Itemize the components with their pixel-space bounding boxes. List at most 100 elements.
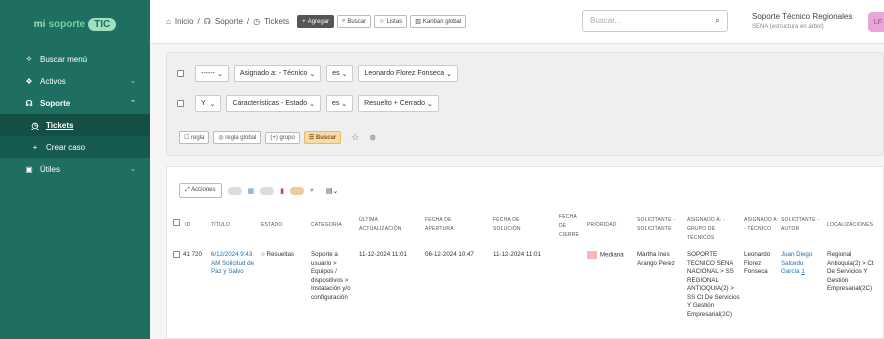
- add-label: Agregar: [307, 18, 330, 25]
- search-icon: ⌕: [342, 18, 346, 24]
- sidebar-item-crear-caso[interactable]: + Crear caso: [0, 136, 150, 158]
- criteria-checkbox[interactable]: [177, 100, 184, 107]
- select-value: es: [332, 70, 340, 77]
- sidebar-item-label: Crear caso: [46, 142, 86, 152]
- value-select[interactable]: Resuelto + Cerrado ⌄: [358, 95, 439, 112]
- entity-selector[interactable]: Soporte Técnico Regionales SENA (estructu…: [752, 12, 852, 32]
- logo[interactable]: mi soporte TIC: [0, 0, 150, 48]
- cell-category: Soporte a usuario > Equipos / dispositiv…: [311, 251, 351, 301]
- sidebar-submenu: ◷ Tickets + Crear caso: [0, 114, 150, 158]
- sidebar-item-search-menu[interactable]: ⟡ Buscar menú: [0, 48, 150, 70]
- link-select[interactable]: Y ⌄: [195, 95, 222, 112]
- author-count: 1: [801, 268, 805, 275]
- breadcrumb-tickets[interactable]: Tickets: [264, 17, 289, 26]
- cell-title-link[interactable]: 6/12/2024 9:43 AM Solicitud de Paz y Sal…: [211, 251, 257, 277]
- search-icon[interactable]: ⌕: [715, 15, 720, 26]
- sidebar-item-label: Útiles: [40, 164, 61, 174]
- sidebar-item-tickets[interactable]: ◷ Tickets: [0, 114, 150, 136]
- table-icon[interactable]: ▦: [248, 187, 255, 195]
- kanban-button[interactable]: ▥ Kanban global: [410, 15, 467, 28]
- cell-opened: 06-12-2024 10:47: [425, 251, 474, 258]
- sidebar-item-label: Activos: [40, 76, 66, 86]
- col-requester[interactable]: SOLICITANTE - SOLICITANTE: [637, 216, 685, 234]
- priority-text: Mediana: [600, 251, 624, 259]
- cell-author[interactable]: Juan Diego Salcedo García 1: [781, 251, 823, 277]
- add-button[interactable]: + Agregar: [297, 15, 335, 28]
- export-icon[interactable]: ▤⌄: [326, 187, 338, 195]
- row-checkbox[interactable]: [173, 251, 180, 258]
- lists-button[interactable]: ☆ Listas: [374, 15, 408, 28]
- select-value: ------: [201, 70, 215, 77]
- col-group[interactable]: ASIGNADO A: - GRUPO DE TÉCNICOS: [687, 216, 741, 243]
- avatar[interactable]: LF: [868, 12, 884, 32]
- criteria-row-1: ------ ⌄ Asignado a: - Técnico ⌄ es ⌄ Le…: [177, 65, 459, 82]
- add-rule-button[interactable]: ☐ regla: [179, 131, 210, 144]
- toggle-switch[interactable]: [260, 186, 275, 195]
- global-search-input[interactable]: Buscar... ⌕: [582, 10, 728, 32]
- operator-select[interactable]: es ⌄: [326, 65, 354, 82]
- star-icon[interactable]: ☆: [351, 132, 359, 143]
- search-icon[interactable]: ⌕: [310, 187, 314, 195]
- cell-priority: Mediana: [587, 251, 624, 260]
- field-select[interactable]: Características - Estado ⌄: [226, 95, 321, 112]
- trash-icon[interactable]: ▮: [280, 187, 284, 195]
- search-button[interactable]: ☰ Buscar: [303, 131, 342, 144]
- chevron-up-icon: ⌃: [130, 100, 136, 107]
- chevron-down-icon: ⌄: [130, 78, 136, 85]
- search-button-label: Buscar: [315, 135, 337, 141]
- criteria-row-2: Y ⌄ Características - Estado ⌄ es ⌄ Resu…: [177, 95, 439, 112]
- col-closed[interactable]: FECHA DE CIERRE: [559, 213, 583, 240]
- link-select[interactable]: ------ ⌄: [195, 65, 229, 82]
- cell-group: SOPORTE TECNICO SENA NACIONAL > SS REGIO…: [687, 251, 740, 318]
- search-label: Buscar: [347, 18, 367, 25]
- logo-soporte: soporte: [48, 18, 86, 30]
- breadcrumb-soporte[interactable]: Soporte: [215, 17, 243, 26]
- cell-location: Regional Antioquia(2) > Ct De Servicios …: [827, 251, 874, 292]
- select-value: Leonardo Florez Fonseca: [364, 70, 445, 77]
- col-tech[interactable]: ASIGNADO A: - TÉCNICO: [744, 216, 780, 234]
- cell-requester: Martha Ines Arango Perez: [637, 251, 675, 267]
- reset-icon[interactable]: ⊗: [369, 133, 376, 142]
- criteria-actions: ☐ regla ◎ regla global (+) grupo ☰ Busca…: [179, 131, 376, 144]
- breadcrumb-home[interactable]: Inicio: [175, 17, 194, 26]
- col-status[interactable]: ESTADO: [261, 221, 282, 230]
- cell-solved: 11-12-2024 11:01: [493, 251, 541, 258]
- select-all-checkbox[interactable]: [173, 219, 180, 226]
- status-text: Resueltas: [266, 251, 294, 258]
- add-group-button[interactable]: (+) grupo: [265, 131, 300, 144]
- breadcrumb: ⌂ Inicio / ☊ Soporte / ◷ Tickets: [166, 17, 290, 26]
- search-criteria-panel: ------ ⌄ Asignado a: - Técnico ⌄ es ⌄ Le…: [166, 52, 884, 156]
- col-updated[interactable]: ÚLTIMA ACTUALIZACIÓN: [359, 216, 417, 234]
- search-placeholder: Buscar...: [590, 16, 622, 25]
- col-priority[interactable]: PRIORIDAD: [587, 221, 617, 230]
- add-global-rule-button[interactable]: ◎ regla global: [213, 131, 262, 144]
- actions-label: Acciones: [191, 187, 216, 193]
- col-author[interactable]: SOLICITANTE - AUTOR: [781, 216, 823, 234]
- search-toggle-button[interactable]: ⌕ Buscar: [337, 15, 372, 28]
- col-title[interactable]: TÍTULO: [211, 221, 230, 230]
- ticket-icon: ◷: [253, 17, 261, 26]
- lists-label: Listas: [386, 18, 403, 25]
- select-value: Resuelto + Cerrado: [364, 100, 426, 107]
- field-select[interactable]: Asignado a: - Técnico ⌄: [233, 65, 322, 82]
- toggle-switch[interactable]: [289, 186, 304, 195]
- select-value: Características - Estado: [232, 100, 308, 107]
- col-solved[interactable]: FECHA DE SOLUCIÓN: [493, 216, 543, 234]
- col-opened[interactable]: FECHA DE APERTURA: [425, 216, 475, 234]
- value-select[interactable]: Leonardo Florez Fonseca ⌄: [358, 65, 459, 82]
- plus-icon: +: [32, 142, 38, 152]
- sidebar-item-activos[interactable]: ❖ Activos ⌄: [0, 70, 150, 92]
- col-category[interactable]: CATEGORÍA: [311, 221, 342, 230]
- col-locations[interactable]: LOCALIZACIONES: [827, 221, 873, 230]
- operator-select[interactable]: es ⌄: [325, 95, 354, 112]
- search-icon: ⟡: [26, 54, 32, 63]
- sidebar-item-soporte[interactable]: ☊ Soporte ⌃: [0, 92, 150, 114]
- sidebar-item-utiles[interactable]: ▣ Útiles ⌄: [0, 158, 150, 180]
- cell-id: 41 720: [183, 251, 202, 258]
- criteria-checkbox[interactable]: [177, 70, 184, 77]
- col-id[interactable]: ID: [185, 221, 190, 230]
- logo-mi: mi: [33, 18, 46, 30]
- actions-button[interactable]: ⤢ Acciones: [179, 183, 222, 198]
- author-link[interactable]: Juan Diego Salcedo García: [781, 251, 812, 275]
- toggle-switch[interactable]: [227, 186, 242, 195]
